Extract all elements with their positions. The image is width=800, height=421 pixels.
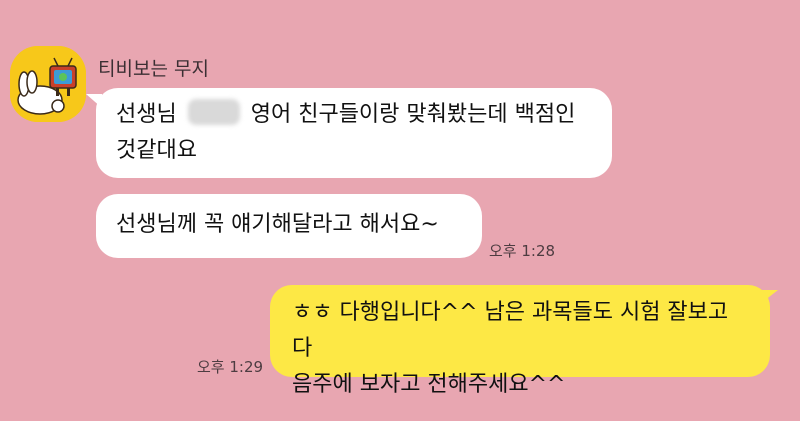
outgoing-message-bubble[interactable]: ㅎㅎ 다행입니다^^ 남은 과목들도 시험 잘보고 다 음주에 보자고 전해주세… bbox=[270, 285, 770, 397]
muzi-watching-tv-icon bbox=[10, 46, 86, 122]
message-line: 음주에 보자고 전해주세요^^ bbox=[292, 372, 566, 397]
message-text: 선생님께 꼭 얘기해달라고 해서요~ bbox=[116, 212, 439, 237]
message-line: ㅎㅎ 다행입니다^^ 남은 과목들도 시험 잘보고 다 bbox=[292, 300, 729, 361]
avatar[interactable] bbox=[10, 46, 86, 122]
blurred-name-redaction bbox=[187, 99, 240, 125]
message-timestamp: 오후 1:29 bbox=[197, 358, 264, 376]
incoming-message-bubble[interactable]: 선생님께 꼭 얘기해달라고 해서요~ bbox=[96, 194, 482, 258]
message-text: 영어 친구들이랑 맞춰봤는데 백점인 bbox=[250, 102, 576, 127]
message-timestamp: 오후 1:28 bbox=[489, 242, 556, 260]
sender-name: 티비보는 무지 bbox=[98, 58, 209, 80]
message-text: 선생님 bbox=[116, 102, 177, 127]
incoming-message-bubble[interactable]: 선생님 영어 친구들이랑 맞춰봤는데 백점인 것같대요 bbox=[96, 88, 612, 178]
message-line: 선생님 영어 친구들이랑 맞춰봤는데 백점인 bbox=[116, 97, 592, 133]
message-line: 것같대요 bbox=[116, 138, 197, 163]
